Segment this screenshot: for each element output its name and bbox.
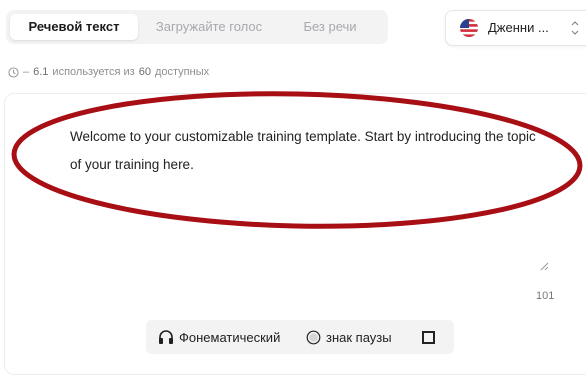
- usage-used-value: 6.1: [33, 66, 49, 78]
- usage-dash: –: [23, 66, 30, 78]
- tab-no-speech[interactable]: Без речи: [280, 14, 380, 40]
- pause-button[interactable]: знак паузы: [306, 320, 392, 354]
- tab-speech-text[interactable]: Речевой текст: [10, 14, 138, 40]
- headphones-icon: [159, 330, 173, 344]
- usage-available-text: доступных: [154, 66, 210, 78]
- square-icon: [422, 330, 435, 344]
- pause-circle-icon: [306, 330, 321, 344]
- voice-name: Дженни ...: [488, 20, 549, 35]
- us-flag-icon: [460, 19, 478, 37]
- phonetic-label: Фонематический: [179, 329, 281, 345]
- clock-icon: [8, 66, 19, 78]
- chevron-updown-icon: [570, 17, 580, 39]
- usage-info: – 6.1 используется из 60 доступных: [8, 66, 209, 78]
- speech-mode-tabs: Речевой текст Загружайте голос Без речи: [6, 10, 388, 44]
- usage-used-text: используется из: [52, 66, 135, 78]
- square-button[interactable]: [422, 320, 435, 354]
- phonetic-button[interactable]: Фонематический: [158, 320, 280, 354]
- tab-upload-voice[interactable]: Загружайте голос: [146, 14, 272, 40]
- resize-handle-icon[interactable]: [540, 262, 549, 271]
- pause-label: знак паузы: [326, 329, 392, 345]
- script-text[interactable]: Welcome to your customizable training te…: [70, 123, 540, 179]
- character-count: 101: [536, 290, 555, 302]
- voice-selector[interactable]: Дженни ...: [445, 10, 586, 46]
- editor-toolbar: Фонематический знак паузы: [146, 320, 454, 354]
- usage-available-value: 60: [138, 66, 151, 78]
